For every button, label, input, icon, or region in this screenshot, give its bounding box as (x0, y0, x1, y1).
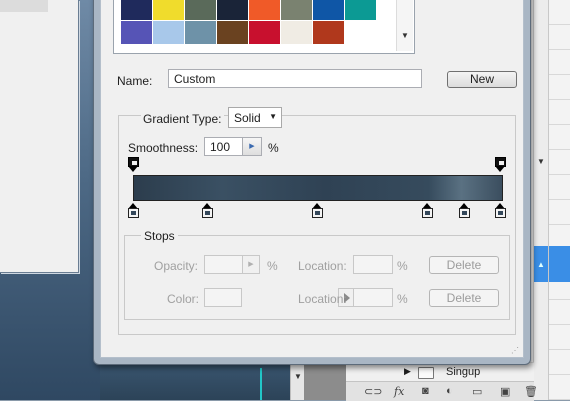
layers-scrollbar[interactable]: ▼ ▲ (533, 0, 549, 400)
opacity-stop[interactable] (128, 157, 139, 173)
preset-swatch[interactable] (345, 21, 377, 45)
color-swatch[interactable] (204, 288, 242, 307)
color-stop[interactable] (202, 203, 213, 219)
preset-swatch[interactable] (217, 0, 249, 21)
preset-swatch[interactable] (121, 0, 153, 21)
opacity-label: Opacity: (154, 259, 199, 273)
adjustment-icon[interactable]: ◐ (446, 385, 453, 397)
smoothness-unit: % (268, 141, 279, 155)
location-input[interactable] (353, 288, 393, 307)
mask-icon[interactable]: ◙ (422, 385, 429, 397)
location-unit: % (397, 259, 408, 273)
preset-swatch[interactable] (281, 21, 313, 45)
link-icon[interactable]: ⊂⊃ (364, 385, 382, 398)
name-label: Name: (117, 74, 153, 88)
scroll-down-icon[interactable]: ▼ (537, 157, 545, 166)
name-input[interactable]: Custom (168, 69, 422, 88)
preset-swatch[interactable] (185, 21, 217, 45)
folder-icon (418, 367, 434, 379)
opacity-stop[interactable] (495, 157, 506, 173)
gradient-bar[interactable] (133, 175, 503, 201)
smoothness-label: Smoothness: (128, 141, 199, 155)
color-stop[interactable] (422, 203, 433, 219)
fx-icon[interactable]: fx (394, 385, 404, 398)
gradient-type-select[interactable]: Solid ▼ (228, 107, 282, 128)
trash-icon[interactable]: 🗑 (524, 385, 538, 398)
preset-swatch[interactable] (249, 0, 281, 21)
color-stop[interactable] (495, 203, 506, 219)
gradient-type-label: Gradient Type: (141, 112, 224, 126)
color-stop[interactable] (312, 203, 323, 219)
presets-list: ▼ (113, 0, 415, 54)
smoothness-stepper[interactable]: ▶ (242, 137, 262, 156)
resize-grip-icon[interactable]: ⋰ (511, 346, 519, 355)
color-stop[interactable] (128, 203, 139, 219)
panel-strip (0, 0, 48, 12)
background-document (100, 362, 300, 400)
opacity-input[interactable] (204, 255, 244, 274)
background-panel (0, 0, 79, 273)
color-stop[interactable] (459, 203, 470, 219)
opacity-unit: % (267, 259, 278, 273)
preset-swatch[interactable] (345, 0, 377, 21)
background-strip (304, 362, 346, 400)
location-unit: % (397, 292, 408, 306)
folder-icon[interactable]: ▭ (472, 385, 482, 398)
new-button[interactable]: New (447, 71, 517, 88)
stops-group (124, 235, 510, 320)
location-label: Location: (298, 259, 347, 273)
preset-swatch[interactable] (281, 0, 313, 21)
preset-swatch[interactable] (153, 21, 185, 45)
delete-opacity-stop-button[interactable]: Delete (429, 256, 499, 274)
stops-label: Stops (141, 229, 178, 243)
preset-swatch[interactable] (185, 0, 217, 21)
new-layer-icon[interactable]: ▣ (500, 385, 510, 398)
color-label: Color: (167, 292, 200, 306)
preset-swatch[interactable] (153, 0, 185, 21)
presets-scrollbar[interactable]: ▼ (396, 0, 413, 51)
preset-swatch[interactable] (313, 21, 345, 45)
layer-name: Singup (446, 366, 481, 378)
scroll-down-icon[interactable]: ▼ (401, 31, 409, 40)
delete-color-stop-button[interactable]: Delete (429, 289, 499, 307)
dialog-body: ▼ Name: Custom New Gradient Type: Solid … (100, 0, 524, 358)
scroll-up-icon[interactable]: ▲ (537, 260, 545, 269)
scroll-down-icon[interactable]: ▼ (294, 372, 302, 381)
chevron-down-icon: ▼ (269, 112, 277, 121)
preset-swatch-grid (121, 0, 377, 45)
preset-swatch[interactable] (217, 21, 249, 45)
document-scrollbar[interactable]: ▼ (290, 362, 305, 400)
preset-swatch[interactable] (313, 0, 345, 21)
preset-swatch[interactable] (121, 21, 153, 45)
gradient-editor-dialog: ▼ Name: Custom New Gradient Type: Solid … (93, 0, 531, 365)
location-label: Location: (298, 292, 347, 306)
location-input[interactable] (353, 255, 393, 274)
preset-swatch[interactable] (249, 21, 281, 45)
expand-triangle-icon[interactable]: ▶ (404, 366, 411, 377)
layers-toolbar: ⊂⊃ fx ◙ ◐ ▭ ▣ 🗑 (346, 381, 538, 401)
opacity-stepper[interactable]: ▶ (242, 255, 260, 274)
gradient-type-value: Solid (234, 111, 261, 125)
guide-line (260, 368, 262, 400)
